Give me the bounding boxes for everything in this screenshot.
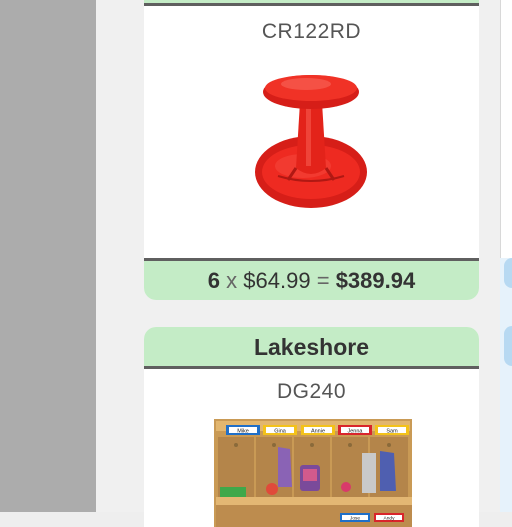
total-price: $389.94 [335, 268, 416, 293]
equals-symbol: = [316, 268, 330, 293]
unit-price: $64.99 [243, 268, 311, 293]
brand-header: Lakeshore [144, 327, 479, 369]
price-summary: 6 x $64.99 = $389.94 [144, 258, 479, 300]
next-card-peek [500, 0, 512, 258]
cubby-label-3: Annie [311, 428, 325, 434]
cubby-label-4: Jenna [348, 428, 364, 434]
cubby-label-2: Gina [274, 428, 287, 434]
cubby-name-labels: Mike Gina Annie Jenna Sam [226, 425, 409, 435]
lower-label-1: Jose [350, 515, 360, 521]
next-card-header-peek [504, 326, 512, 366]
next-column-peek [500, 0, 512, 512]
product-sku: DG240 [276, 380, 347, 403]
product-sku: CR122RD [261, 20, 362, 43]
cubby-label-5: Sam [386, 428, 398, 434]
red-wobble-stool-icon[interactable] [248, 68, 374, 224]
lower-label-2: Andy [384, 515, 396, 521]
times-symbol: x [226, 268, 238, 293]
wooden-cubby-coat-locker-icon[interactable]: Mike Gina Annie Jenna Sam Jose Andy [208, 413, 418, 527]
quantity: 6 [207, 268, 221, 293]
product-card[interactable]: CR122RD 6 x $64.99 = $389.94 [144, 0, 479, 300]
cubby-label-1: Mike [237, 428, 249, 434]
product-card[interactable]: Lakeshore DG240 Mike Gina Annie Jenna Sa… [144, 327, 479, 527]
left-gutter [0, 0, 96, 512]
card-header-band [144, 0, 479, 6]
next-card-price-band-peek [504, 258, 512, 288]
